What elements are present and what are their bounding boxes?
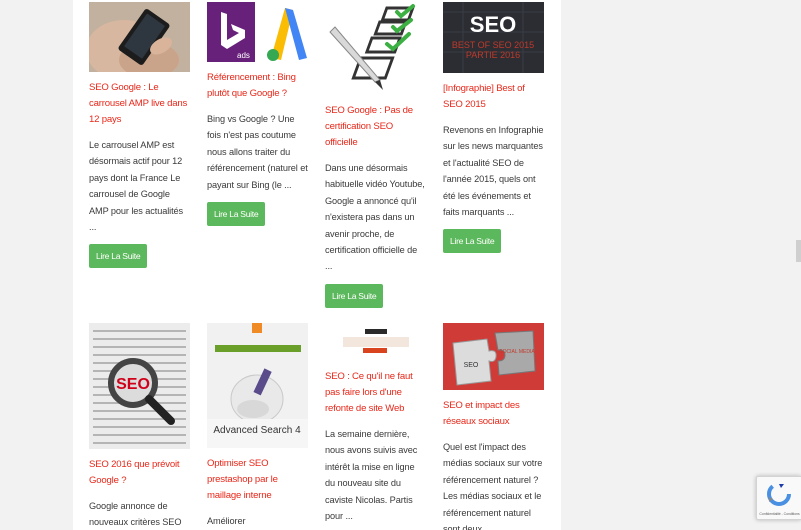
seo-banner-title: SEO xyxy=(470,12,516,37)
read-more-button[interactable]: Lire La Suite xyxy=(89,244,148,269)
smartphone-hand-image xyxy=(89,2,190,72)
puzzle-pieces-image: SEO SOCIAL MEDIA xyxy=(443,323,544,390)
article-card: SEO BEST OF SEO 2015 PARTIE 2016 [Infogr… xyxy=(443,2,544,254)
seo-magnified-label: SEO xyxy=(116,376,150,393)
website-screenshot-image xyxy=(325,323,426,361)
read-more-button[interactable]: Lire La Suite xyxy=(443,229,502,254)
seo-best-of-2015-image: SEO BEST OF SEO 2015 PARTIE 2016 xyxy=(443,2,544,73)
read-more-button[interactable]: Lire La Suite xyxy=(325,283,384,308)
article-card: SEO SOCIAL MEDIA SEO et impact des résea… xyxy=(443,323,544,530)
article-title[interactable]: Référencement : Bing plutôt que Google ? xyxy=(207,70,308,102)
article-excerpt: La semaine dernière, nous avons suivis a… xyxy=(325,429,418,522)
advanced-search-label: Advanced Search 4 xyxy=(213,425,301,436)
article-grid: SEO Google : Le carrousel AMP live dans … xyxy=(73,0,561,530)
bing-ads-adwords-logo-image: ads xyxy=(207,2,308,62)
article-excerpt: Le carrousel AMP est désormais actif pou… xyxy=(89,140,184,233)
article-card: SEO Google : Pas de certification SEO of… xyxy=(325,2,426,308)
article-thumbnail-website-refonte[interactable] xyxy=(325,323,426,361)
magnifying-glass-image: SEO xyxy=(89,323,190,449)
checklist-image xyxy=(325,2,426,95)
seo-banner-tag: PARTIE 2016 xyxy=(466,50,520,60)
puzzle-seo-label: SEO xyxy=(464,362,479,369)
recaptcha-badge[interactable]: Confidentialité - Conditions xyxy=(756,476,801,520)
puzzle-social-label: SOCIAL MEDIA xyxy=(499,349,535,355)
article-thumbnail-checklist[interactable] xyxy=(325,2,426,95)
article-excerpt: Google annonce de nouveaux critères SEO xyxy=(89,501,182,528)
article-card: SEO SEO 2016 que prévoit Google ? Google… xyxy=(89,323,190,530)
article-title[interactable]: SEO : Ce qu'il ne faut pas faire lors d'… xyxy=(325,369,426,417)
article-excerpt: Améliorer xyxy=(207,516,246,526)
article-title[interactable]: SEO 2016 que prévoit Google ? xyxy=(89,457,190,489)
article-title[interactable]: [Infographie] Best of SEO 2015 xyxy=(443,81,544,113)
article-excerpt: Dans une désormais habituelle vidéo Yout… xyxy=(325,163,425,272)
article-thumbnail-seo-2016[interactable]: SEO xyxy=(89,323,190,449)
article-title[interactable]: SEO Google : Le carrousel AMP live dans … xyxy=(89,80,190,128)
article-thumbnail-smartphone[interactable] xyxy=(89,2,190,72)
bing-ads-label: ads xyxy=(237,51,250,60)
article-excerpt: Quel est l'impact des médias sociaux sur… xyxy=(443,442,543,530)
read-more-button[interactable]: Lire La Suite xyxy=(207,202,266,227)
article-card: SEO : Ce qu'il ne faut pas faire lors d'… xyxy=(325,323,426,524)
article-thumbnail-seo-2015[interactable]: SEO BEST OF SEO 2015 PARTIE 2016 xyxy=(443,2,544,73)
article-thumbnail-bing-ads[interactable]: ads xyxy=(207,2,308,62)
article-excerpt: Revenons en Infographie sur les news mar… xyxy=(443,125,544,218)
scrollbar-thumb[interactable] xyxy=(796,240,801,262)
article-thumbnail-advanced-search[interactable]: Advanced Search 4 xyxy=(207,323,308,448)
article-card: ads Référencement : Bing plutôt que Goog… xyxy=(207,2,308,227)
recaptcha-icon xyxy=(767,482,791,506)
article-title[interactable]: Optimiser SEO prestashop par le maillage… xyxy=(207,456,308,504)
article-card: SEO Google : Le carrousel AMP live dans … xyxy=(89,2,190,269)
advanced-search-module-image: Advanced Search 4 xyxy=(207,323,308,448)
article-title[interactable]: SEO Google : Pas de certification SEO of… xyxy=(325,103,426,151)
seo-banner-subtitle: BEST OF SEO 2015 xyxy=(452,40,534,50)
article-thumbnail-social-media[interactable]: SEO SOCIAL MEDIA xyxy=(443,323,544,390)
recaptcha-links[interactable]: Confidentialité - Conditions xyxy=(759,512,800,516)
article-title[interactable]: SEO et impact des réseaux sociaux xyxy=(443,398,544,430)
article-card: Advanced Search 4 Optimiser SEO prestash… xyxy=(207,323,308,529)
article-excerpt: Bing vs Google ? Une fois n'est pas cout… xyxy=(207,114,308,190)
